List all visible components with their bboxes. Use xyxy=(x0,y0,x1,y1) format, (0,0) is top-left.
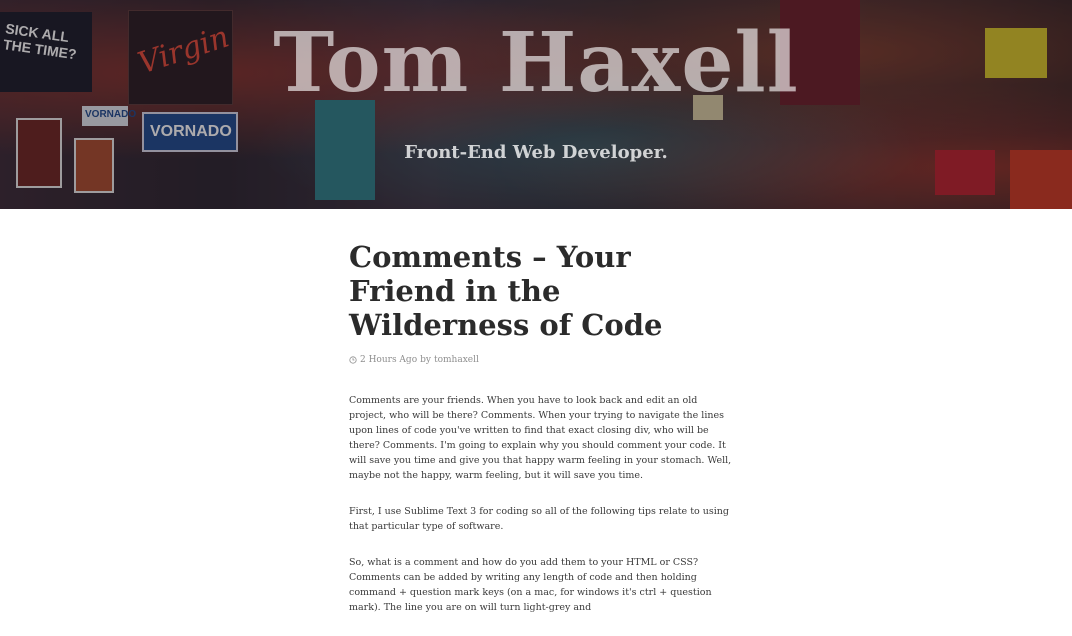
post-meta: 2 Hours Ago by tomhaxell xyxy=(349,355,735,365)
post-paragraph: So, what is a comment and how do you add… xyxy=(349,557,712,613)
hero-header: SICK ALL THE TIME? Virgin VORNADO VORNAD… xyxy=(0,0,1072,209)
post-author[interactable]: tomhaxell xyxy=(434,355,479,365)
site-tagline: Front-End Web Developer. xyxy=(404,142,668,163)
post-time[interactable]: 2 Hours Ago xyxy=(360,355,417,365)
post-paragraph: First, I use Sublime Text 3 for coding s… xyxy=(349,506,729,532)
site-title[interactable]: Tom Haxell xyxy=(0,13,1072,113)
post-title[interactable]: Comments – Your Friend in the Wilderness… xyxy=(349,240,735,342)
clock-icon xyxy=(349,356,357,364)
post-by-label: by xyxy=(420,355,431,365)
post-content: Comments – Your Friend in the Wilderness… xyxy=(349,240,735,636)
post-paragraph: Comments are your friends. When you have… xyxy=(349,395,732,481)
post-body: Comments are your friends. When you have… xyxy=(349,393,735,615)
